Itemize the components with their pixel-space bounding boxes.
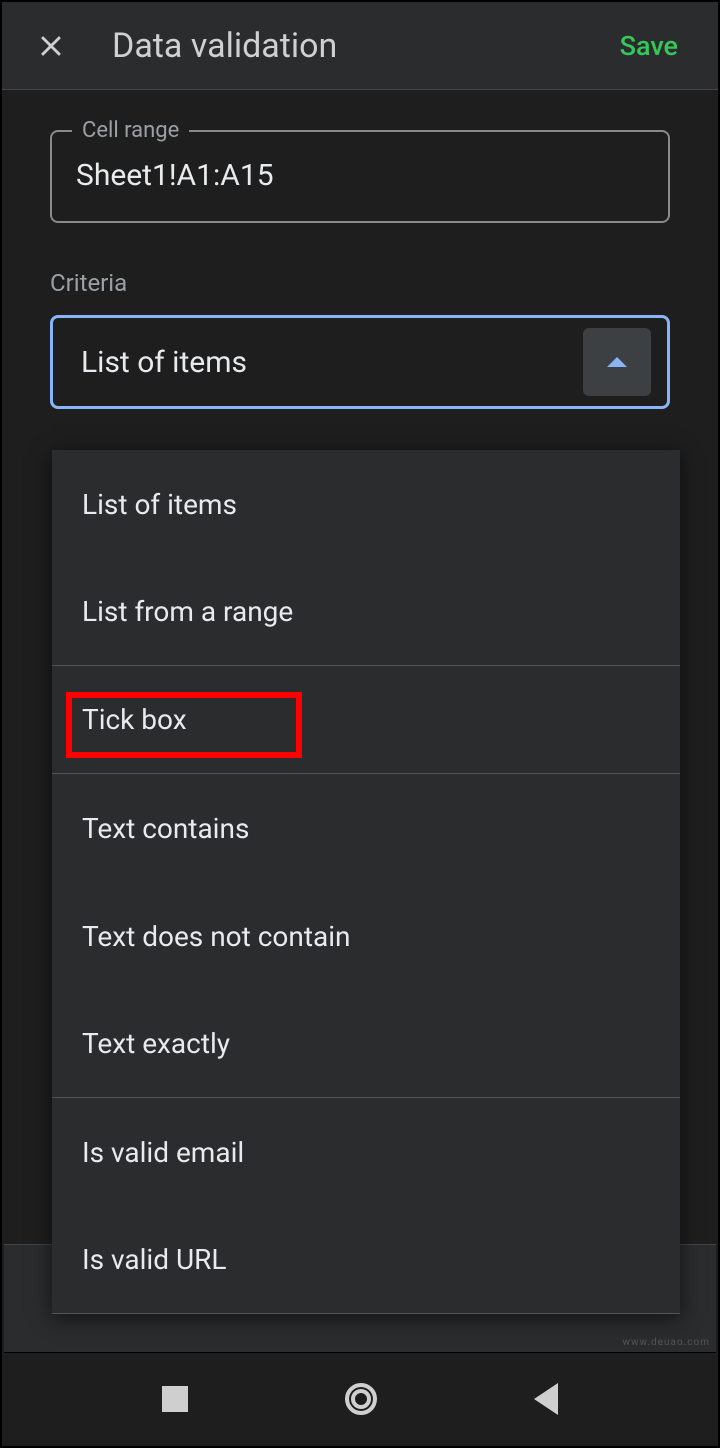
criteria-option[interactable]: Text does not contain [52, 882, 680, 990]
page-title: Data validation [112, 26, 604, 66]
criteria-option[interactable]: Is valid email [52, 1098, 680, 1206]
criteria-option[interactable]: List of items [52, 450, 680, 558]
chevron-up-icon [607, 357, 627, 367]
criteria-option[interactable]: Text contains [52, 774, 680, 882]
criteria-option[interactable]: Is valid URL [52, 1206, 680, 1314]
android-navbar [4, 1352, 716, 1444]
app-bar: Data validation Save [2, 2, 718, 90]
criteria-dropdown: List of items List from a range Tick box… [52, 450, 680, 1314]
cell-range-value: Sheet1!A1:A15 [76, 158, 644, 193]
back-icon[interactable] [534, 1383, 558, 1415]
save-button[interactable]: Save [604, 22, 694, 70]
home-icon[interactable] [345, 1383, 377, 1415]
content-area: Cell range Sheet1!A1:A15 Criteria List o… [2, 90, 718, 409]
dropdown-toggle[interactable] [583, 328, 651, 396]
criteria-selected-value: List of items [81, 345, 247, 380]
criteria-option[interactable]: Text exactly [52, 990, 680, 1098]
criteria-option[interactable]: Tick box [52, 666, 680, 774]
criteria-select[interactable]: List of items [50, 315, 670, 409]
close-icon[interactable] [34, 29, 68, 63]
watermark: www.deuao.com [622, 1337, 710, 1348]
cell-range-field[interactable]: Cell range Sheet1!A1:A15 [50, 130, 670, 223]
criteria-option[interactable]: List from a range [52, 558, 680, 666]
criteria-label: Criteria [50, 269, 670, 297]
overview-icon[interactable] [162, 1386, 188, 1412]
cell-range-label: Cell range [72, 118, 189, 143]
